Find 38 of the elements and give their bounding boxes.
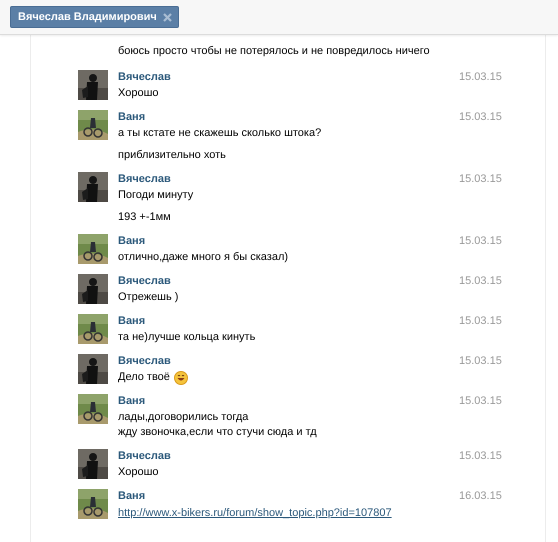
message-text: Хорошо [118, 86, 159, 101]
message-text: Дело твоё [118, 370, 170, 385]
message-text: жду звоночка,если что стучи сюда и тд [118, 425, 317, 440]
author-name[interactable]: Вячеслав [118, 449, 171, 463]
message-text: Отрежешь ) [118, 290, 178, 305]
message-date: 15.03.15 [459, 275, 502, 287]
author-name[interactable]: Вячеслав [118, 172, 171, 186]
smiley-icon [174, 370, 188, 384]
message-text: Погоди минуту [118, 188, 194, 203]
author-name[interactable]: Ваня [118, 314, 146, 328]
author-name[interactable]: Ваня [118, 394, 146, 408]
message-text: лады,договорились тогда [118, 410, 248, 425]
message-date: 15.03.15 [459, 450, 502, 462]
message-date: 15.03.15 [459, 111, 502, 123]
message-text: приблизительно хоть [118, 148, 226, 163]
message-date: 15.03.15 [459, 315, 502, 327]
message-text: отлично,даже много я бы сказал) [118, 250, 288, 265]
author-name[interactable]: Вячеслав [118, 274, 171, 288]
close-icon[interactable] [162, 12, 172, 22]
message-text: а ты кстате не скажешь сколько штока? [118, 126, 322, 141]
message-date: 15.03.15 [459, 71, 502, 83]
conversation-tab[interactable]: Вячеслав Владимирович [10, 6, 179, 28]
author-name[interactable]: Ваня [118, 489, 146, 503]
message-text: та не)лучше кольца кинуть [118, 330, 256, 345]
message-date: 15.03.15 [459, 173, 502, 185]
message-text: 193 +-1мм [118, 210, 171, 225]
author-name[interactable]: Вячеслав [118, 354, 171, 368]
message-link[interactable]: http://www.x-bikers.ru/forum/show_topic.php?id=107807 [118, 505, 392, 521]
author-name[interactable]: Вячеслав [118, 70, 171, 84]
message-date: 15.03.15 [459, 235, 502, 247]
message-date: 16.03.15 [459, 490, 502, 502]
message-text: Хорошо [118, 465, 159, 480]
tab-title: Вячеслав Владимирович [18, 11, 157, 23]
message-text: боюсь просто чтобы не потерялось и не повредилось ничего [118, 45, 430, 57]
author-name[interactable]: Ваня [118, 234, 146, 248]
author-name[interactable]: Ваня [118, 110, 146, 124]
message-date: 15.03.15 [459, 355, 502, 367]
message-date: 15.03.15 [459, 395, 502, 407]
